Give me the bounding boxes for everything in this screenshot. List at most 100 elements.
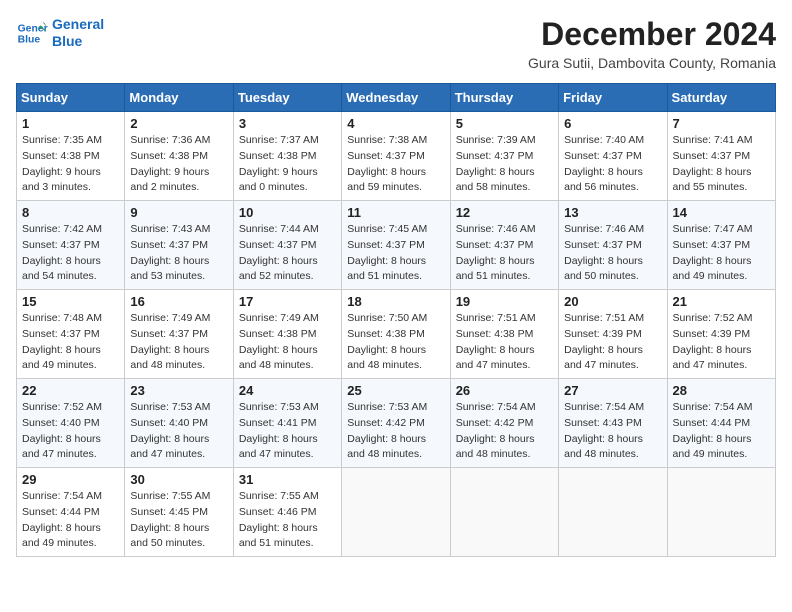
day-cell-28: 28 Sunrise: 7:54 AMSunset: 4:44 PMDayligh… bbox=[667, 379, 775, 468]
day-info-28: Sunrise: 7:54 AMSunset: 4:44 PMDaylight:… bbox=[673, 400, 770, 463]
day-number-16: 16 bbox=[130, 294, 227, 309]
day-number-11: 11 bbox=[347, 205, 444, 220]
empty-cell bbox=[342, 468, 450, 557]
day-cell-7: 7 Sunrise: 7:41 AMSunset: 4:37 PMDaylight… bbox=[667, 112, 775, 201]
day-number-20: 20 bbox=[564, 294, 661, 309]
weekday-header-thursday: Thursday bbox=[450, 84, 558, 112]
day-info-13: Sunrise: 7:46 AMSunset: 4:37 PMDaylight:… bbox=[564, 222, 661, 285]
day-number-23: 23 bbox=[130, 383, 227, 398]
empty-cell bbox=[450, 468, 558, 557]
day-cell-30: 30 Sunrise: 7:55 AMSunset: 4:45 PMDayligh… bbox=[125, 468, 233, 557]
day-cell-20: 20 Sunrise: 7:51 AMSunset: 4:39 PMDayligh… bbox=[559, 290, 667, 379]
day-number-15: 15 bbox=[22, 294, 119, 309]
day-number-29: 29 bbox=[22, 472, 119, 487]
day-info-30: Sunrise: 7:55 AMSunset: 4:45 PMDaylight:… bbox=[130, 489, 227, 552]
week-row-5: 29 Sunrise: 7:54 AMSunset: 4:44 PMDayligh… bbox=[17, 468, 776, 557]
day-number-30: 30 bbox=[130, 472, 227, 487]
day-cell-24: 24 Sunrise: 7:53 AMSunset: 4:41 PMDayligh… bbox=[233, 379, 341, 468]
day-info-2: Sunrise: 7:36 AMSunset: 4:38 PMDaylight:… bbox=[130, 133, 227, 196]
day-cell-6: 6 Sunrise: 7:40 AMSunset: 4:37 PMDaylight… bbox=[559, 112, 667, 201]
weekday-header-sunday: Sunday bbox=[17, 84, 125, 112]
calendar-body: 1Sunrise: 7:35 AMSunset: 4:38 PMDaylight… bbox=[17, 112, 776, 557]
calendar-subtitle: Gura Sutii, Dambovita County, Romania bbox=[528, 55, 776, 71]
day-number-3: 3 bbox=[239, 116, 336, 131]
day-number-19: 19 bbox=[456, 294, 553, 309]
day-cell-13: 13 Sunrise: 7:46 AMSunset: 4:37 PMDayligh… bbox=[559, 201, 667, 290]
day-info-24: Sunrise: 7:53 AMSunset: 4:41 PMDaylight:… bbox=[239, 400, 336, 463]
day-info-18: Sunrise: 7:50 AMSunset: 4:38 PMDaylight:… bbox=[347, 311, 444, 374]
day-cell-16: 16 Sunrise: 7:49 AMSunset: 4:37 PMDayligh… bbox=[125, 290, 233, 379]
day-cell-19: 19Sunrise: 7:51 AMSunset: 4:38 PMDayligh… bbox=[450, 290, 558, 379]
day-cell-18: 18 Sunrise: 7:50 AMSunset: 4:38 PMDayligh… bbox=[342, 290, 450, 379]
day-info-23: Sunrise: 7:53 AMSunset: 4:40 PMDaylight:… bbox=[130, 400, 227, 463]
day-cell-10: 10 Sunrise: 7:44 AMSunset: 4:37 PMDayligh… bbox=[233, 201, 341, 290]
calendar-title: December 2024 bbox=[528, 16, 776, 53]
day-cell-3: 3Sunrise: 7:37 AMSunset: 4:38 PMDaylight… bbox=[233, 112, 341, 201]
day-cell-21: 21Sunrise: 7:52 AMSunset: 4:39 PMDayligh… bbox=[667, 290, 775, 379]
day-number-13: 13 bbox=[564, 205, 661, 220]
week-row-4: 22 Sunrise: 7:52 AMSunset: 4:40 PMDayligh… bbox=[17, 379, 776, 468]
day-number-10: 10 bbox=[239, 205, 336, 220]
day-cell-11: 11Sunrise: 7:45 AMSunset: 4:37 PMDayligh… bbox=[342, 201, 450, 290]
weekday-header-monday: Monday bbox=[125, 84, 233, 112]
day-cell-8: 8Sunrise: 7:42 AMSunset: 4:37 PMDaylight… bbox=[17, 201, 125, 290]
day-info-10: Sunrise: 7:44 AMSunset: 4:37 PMDaylight:… bbox=[239, 222, 336, 285]
week-row-3: 15Sunrise: 7:48 AMSunset: 4:37 PMDayligh… bbox=[17, 290, 776, 379]
day-cell-2: 2 Sunrise: 7:36 AMSunset: 4:38 PMDaylight… bbox=[125, 112, 233, 201]
logo-icon: General Blue bbox=[16, 17, 48, 49]
day-number-22: 22 bbox=[22, 383, 119, 398]
day-cell-27: 27 Sunrise: 7:54 AMSunset: 4:43 PMDayligh… bbox=[559, 379, 667, 468]
week-row-2: 8Sunrise: 7:42 AMSunset: 4:37 PMDaylight… bbox=[17, 201, 776, 290]
day-info-26: Sunrise: 7:54 AMSunset: 4:42 PMDaylight:… bbox=[456, 400, 553, 463]
weekday-header-friday: Friday bbox=[559, 84, 667, 112]
empty-cell bbox=[559, 468, 667, 557]
svg-text:Blue: Blue bbox=[18, 34, 41, 45]
day-info-6: Sunrise: 7:40 AMSunset: 4:37 PMDaylight:… bbox=[564, 133, 661, 196]
day-cell-31: 31 Sunrise: 7:55 AMSunset: 4:46 PMDayligh… bbox=[233, 468, 341, 557]
calendar-table: SundayMondayTuesdayWednesdayThursdayFrid… bbox=[16, 83, 776, 557]
day-info-16: Sunrise: 7:49 AMSunset: 4:37 PMDaylight:… bbox=[130, 311, 227, 374]
day-cell-22: 22 Sunrise: 7:52 AMSunset: 4:40 PMDayligh… bbox=[17, 379, 125, 468]
weekday-header-row: SundayMondayTuesdayWednesdayThursdayFrid… bbox=[17, 84, 776, 112]
day-number-25: 25 bbox=[347, 383, 444, 398]
day-info-1: Sunrise: 7:35 AMSunset: 4:38 PMDaylight:… bbox=[22, 133, 119, 196]
day-number-4: 4 bbox=[347, 116, 444, 131]
day-number-31: 31 bbox=[239, 472, 336, 487]
day-number-6: 6 bbox=[564, 116, 661, 131]
day-number-24: 24 bbox=[239, 383, 336, 398]
day-number-27: 27 bbox=[564, 383, 661, 398]
day-number-28: 28 bbox=[673, 383, 770, 398]
day-info-17: Sunrise: 7:49 AMSunset: 4:38 PMDaylight:… bbox=[239, 311, 336, 374]
weekday-header-saturday: Saturday bbox=[667, 84, 775, 112]
day-info-14: Sunrise: 7:47 AMSunset: 4:37 PMDaylight:… bbox=[673, 222, 770, 285]
day-cell-23: 23 Sunrise: 7:53 AMSunset: 4:40 PMDayligh… bbox=[125, 379, 233, 468]
day-number-12: 12 bbox=[456, 205, 553, 220]
day-cell-14: 14Sunrise: 7:47 AMSunset: 4:37 PMDayligh… bbox=[667, 201, 775, 290]
day-info-12: Sunrise: 7:46 AMSunset: 4:37 PMDaylight:… bbox=[456, 222, 553, 285]
day-info-8: Sunrise: 7:42 AMSunset: 4:37 PMDaylight:… bbox=[22, 222, 119, 285]
day-info-22: Sunrise: 7:52 AMSunset: 4:40 PMDaylight:… bbox=[22, 400, 119, 463]
day-number-21: 21 bbox=[673, 294, 770, 309]
day-cell-17: 17Sunrise: 7:49 AMSunset: 4:38 PMDayligh… bbox=[233, 290, 341, 379]
day-info-7: Sunrise: 7:41 AMSunset: 4:37 PMDaylight:… bbox=[673, 133, 770, 196]
day-number-26: 26 bbox=[456, 383, 553, 398]
day-cell-25: 25 Sunrise: 7:53 AMSunset: 4:42 PMDayligh… bbox=[342, 379, 450, 468]
day-cell-29: 29 Sunrise: 7:54 AMSunset: 4:44 PMDayligh… bbox=[17, 468, 125, 557]
week-row-1: 1Sunrise: 7:35 AMSunset: 4:38 PMDaylight… bbox=[17, 112, 776, 201]
empty-cell bbox=[667, 468, 775, 557]
weekday-header-wednesday: Wednesday bbox=[342, 84, 450, 112]
day-number-7: 7 bbox=[673, 116, 770, 131]
day-info-4: Sunrise: 7:38 AMSunset: 4:37 PMDaylight:… bbox=[347, 133, 444, 196]
day-number-9: 9 bbox=[130, 205, 227, 220]
day-cell-15: 15Sunrise: 7:48 AMSunset: 4:37 PMDayligh… bbox=[17, 290, 125, 379]
day-number-18: 18 bbox=[347, 294, 444, 309]
day-number-5: 5 bbox=[456, 116, 553, 131]
day-number-2: 2 bbox=[130, 116, 227, 131]
title-block: December 2024 Gura Sutii, Dambovita Coun… bbox=[528, 16, 776, 71]
day-cell-26: 26 Sunrise: 7:54 AMSunset: 4:42 PMDayligh… bbox=[450, 379, 558, 468]
day-info-20: Sunrise: 7:51 AMSunset: 4:39 PMDaylight:… bbox=[564, 311, 661, 374]
day-info-25: Sunrise: 7:53 AMSunset: 4:42 PMDaylight:… bbox=[347, 400, 444, 463]
day-info-27: Sunrise: 7:54 AMSunset: 4:43 PMDaylight:… bbox=[564, 400, 661, 463]
day-info-29: Sunrise: 7:54 AMSunset: 4:44 PMDaylight:… bbox=[22, 489, 119, 552]
day-info-31: Sunrise: 7:55 AMSunset: 4:46 PMDaylight:… bbox=[239, 489, 336, 552]
